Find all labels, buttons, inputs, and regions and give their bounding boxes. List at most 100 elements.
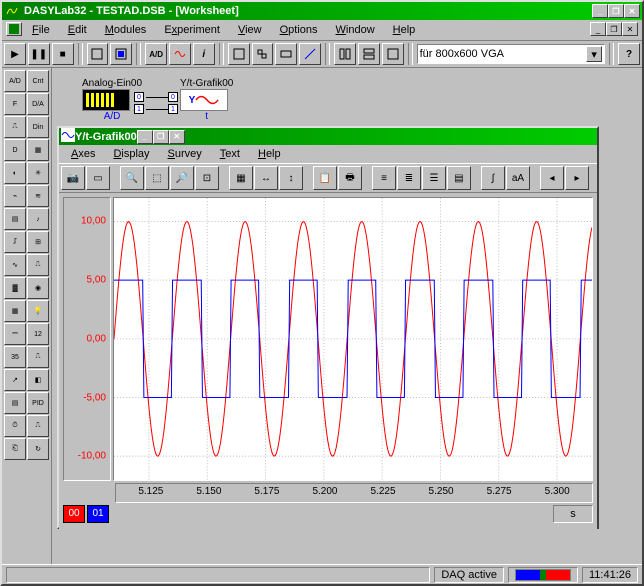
info-button[interactable]: i bbox=[193, 43, 215, 65]
palette-btn[interactable]: 💡 bbox=[27, 300, 49, 322]
child-sysmenu-icon[interactable] bbox=[6, 22, 22, 36]
style4-icon[interactable]: ▤ bbox=[447, 166, 471, 190]
chart-menu-axes[interactable]: Axes bbox=[63, 146, 103, 162]
palette-btn[interactable]: ✳ bbox=[27, 162, 49, 184]
palette-btn[interactable]: ◧ bbox=[27, 369, 49, 391]
zoom-area-icon[interactable]: ⬚ bbox=[145, 166, 169, 190]
menu-window[interactable]: Window bbox=[328, 22, 383, 38]
palette-btn[interactable]: ▓ bbox=[4, 277, 26, 299]
help-button[interactable]: ? bbox=[618, 43, 640, 65]
palette-btn[interactable]: ↗ bbox=[4, 369, 26, 391]
menu-edit[interactable]: Edit bbox=[60, 22, 95, 38]
print-icon[interactable]: 🖶 bbox=[338, 166, 362, 190]
chart-close-button[interactable]: ✕ bbox=[169, 130, 185, 144]
text-icon[interactable]: aA bbox=[506, 166, 530, 190]
chart-titlebar[interactable]: Y/t-Grafik00 _ ❐ ✕ bbox=[59, 128, 597, 145]
palette-btn[interactable]: ⎍ bbox=[27, 254, 49, 276]
palette-btn[interactable]: ⎎ bbox=[4, 231, 26, 253]
legend-item-00[interactable]: 00 bbox=[63, 505, 85, 523]
palette-dout-icon[interactable]: D bbox=[4, 139, 26, 161]
menu-view[interactable]: View bbox=[230, 22, 270, 38]
chart-minimize-button[interactable]: _ bbox=[137, 130, 153, 144]
palette-btn[interactable]: ≋ bbox=[27, 185, 49, 207]
palette-btn[interactable]: ⏱ bbox=[4, 415, 26, 437]
dropdown-arrow-icon[interactable]: ▾ bbox=[586, 46, 602, 62]
style1-icon[interactable]: ≡ bbox=[372, 166, 396, 190]
block-yt-chart[interactable]: Y/t-Grafik00 Y t bbox=[180, 78, 233, 122]
palette-btn[interactable]: ◐ bbox=[4, 162, 26, 184]
toolbar-btn-2[interactable] bbox=[110, 43, 132, 65]
palette-btn[interactable]: ⎗ bbox=[4, 438, 26, 460]
zoom-out-icon[interactable]: 🔎 bbox=[170, 166, 194, 190]
ad-button[interactable]: A/D bbox=[145, 43, 167, 65]
palette-btn[interactable]: ▤ bbox=[4, 208, 26, 230]
zoom-in-icon[interactable]: 🔍 bbox=[120, 166, 144, 190]
resolution-dropdown[interactable]: für 800x600 VGA ▾ bbox=[417, 44, 606, 64]
palette-btn[interactable]: ▦ bbox=[4, 300, 26, 322]
toolbar-btn-1[interactable] bbox=[87, 43, 109, 65]
palette-btn[interactable]: ⎍ bbox=[27, 415, 49, 437]
minimize-button[interactable]: _ bbox=[592, 4, 608, 18]
style3-icon[interactable]: ☰ bbox=[422, 166, 446, 190]
chart-maximize-button[interactable]: ❐ bbox=[153, 130, 169, 144]
chart-menu-text[interactable]: Text bbox=[212, 146, 248, 162]
input-port-0[interactable]: 0 bbox=[168, 92, 178, 102]
palette-cnt-icon[interactable]: Cnt bbox=[27, 70, 49, 92]
chart-menu-survey[interactable]: Survey bbox=[160, 146, 210, 162]
pause-button[interactable]: ❚❚ bbox=[28, 43, 50, 65]
main-titlebar[interactable]: DASYLab32 - TESTAD.DSB - [Worksheet] _ ❐… bbox=[2, 2, 642, 20]
toolbar-btn-5[interactable] bbox=[275, 43, 297, 65]
menu-modules[interactable]: Modules bbox=[97, 22, 155, 38]
grid-icon[interactable]: ▦ bbox=[229, 166, 253, 190]
legend-item-01[interactable]: 01 bbox=[87, 505, 109, 523]
prev-icon[interactable]: ◂ bbox=[540, 166, 564, 190]
toolbar-btn-8[interactable] bbox=[358, 43, 380, 65]
camera-icon[interactable]: 📷 bbox=[61, 166, 85, 190]
child-close-button[interactable]: ✕ bbox=[622, 22, 638, 36]
child-minimize-button[interactable]: _ bbox=[590, 22, 606, 36]
close-button[interactable]: ✕ bbox=[624, 4, 640, 18]
palette-din-icon[interactable]: Din bbox=[27, 116, 49, 138]
palette-btn[interactable]: ⎍ bbox=[4, 116, 26, 138]
input-port-1[interactable]: 1 bbox=[168, 104, 178, 114]
play-button[interactable]: ▶ bbox=[4, 43, 26, 65]
maximize-button[interactable]: ❐ bbox=[608, 4, 624, 18]
menu-options[interactable]: Options bbox=[272, 22, 326, 38]
toolbar-btn-9[interactable] bbox=[382, 43, 404, 65]
palette-da-icon[interactable]: D/A bbox=[27, 93, 49, 115]
color-icon[interactable]: ∫ bbox=[481, 166, 505, 190]
plot-area[interactable] bbox=[113, 197, 593, 481]
chart-menu-display[interactable]: Display bbox=[105, 146, 157, 162]
toolbar-btn-6[interactable] bbox=[299, 43, 321, 65]
toolbar-btn-7[interactable] bbox=[334, 43, 356, 65]
zoom-reset-icon[interactable]: ⊡ bbox=[195, 166, 219, 190]
worksheet-canvas[interactable]: Analog-Ein00 A/D 0 1 0 1 Y/t-Grafik00 Y … bbox=[52, 68, 642, 564]
palette-btn[interactable]: ◉ bbox=[27, 277, 49, 299]
palette-fout-icon[interactable]: F bbox=[4, 93, 26, 115]
cursor-icon[interactable]: ▭ bbox=[86, 166, 110, 190]
output-port-0[interactable]: 0 bbox=[134, 92, 144, 102]
palette-btn[interactable]: ⊞ bbox=[27, 231, 49, 253]
palette-btn[interactable]: ♪ bbox=[27, 208, 49, 230]
palette-btn[interactable]: ↻ bbox=[27, 438, 49, 460]
palette-ad-icon[interactable]: A/D bbox=[4, 70, 26, 92]
toolbar-btn-3[interactable] bbox=[228, 43, 250, 65]
menu-experiment[interactable]: Experiment bbox=[156, 22, 228, 38]
palette-pid-icon[interactable]: PID bbox=[27, 392, 49, 414]
output-port-1[interactable]: 1 bbox=[134, 104, 144, 114]
palette-btn[interactable]: 12 bbox=[27, 323, 49, 345]
copy-icon[interactable]: 📋 bbox=[313, 166, 337, 190]
func-button[interactable] bbox=[169, 43, 191, 65]
palette-btn[interactable]: ⎓ bbox=[4, 323, 26, 345]
palette-btn[interactable]: ▦ bbox=[27, 139, 49, 161]
palette-btn[interactable]: 35 bbox=[4, 346, 26, 368]
menu-help[interactable]: Help bbox=[385, 22, 424, 38]
palette-btn[interactable]: ▤ bbox=[4, 392, 26, 414]
chart-menu-help[interactable]: Help bbox=[250, 146, 289, 162]
menu-file[interactable]: File bbox=[24, 22, 58, 38]
child-maximize-button[interactable]: ❐ bbox=[606, 22, 622, 36]
palette-btn[interactable]: ⎍ bbox=[27, 346, 49, 368]
xaxis-icon[interactable]: ↔ bbox=[254, 166, 278, 190]
stop-button[interactable]: ■ bbox=[52, 43, 74, 65]
style2-icon[interactable]: ≣ bbox=[397, 166, 421, 190]
